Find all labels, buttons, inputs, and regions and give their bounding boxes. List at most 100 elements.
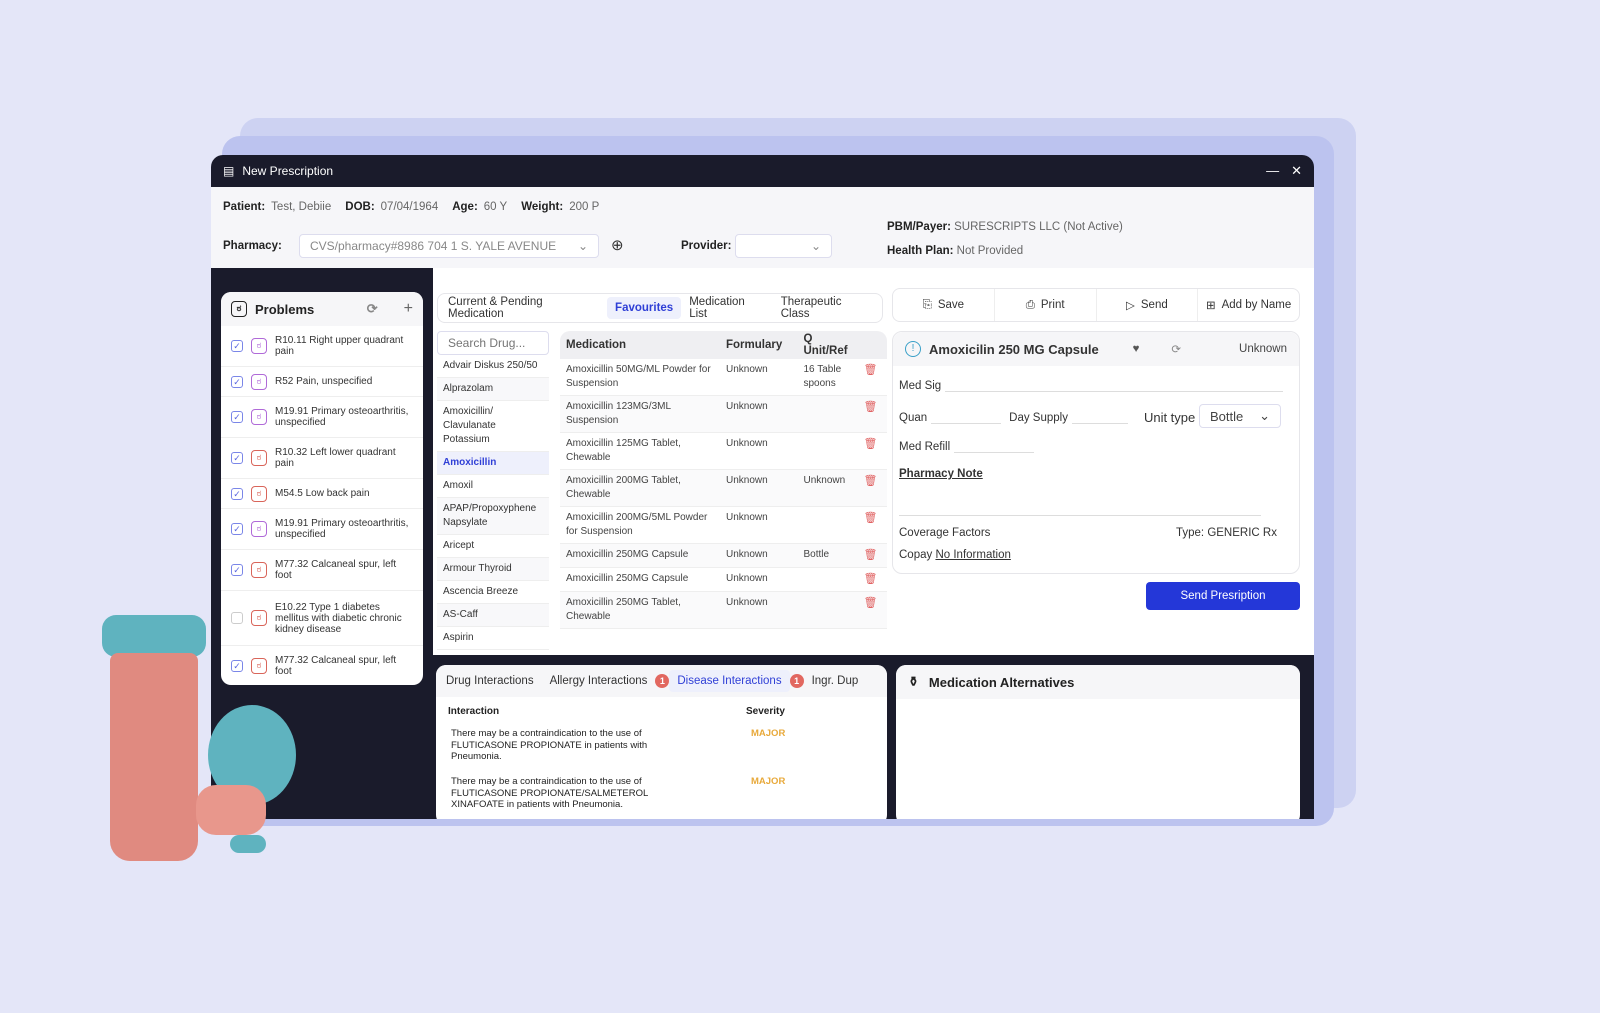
save-button[interactable]: ⎘ Save [893,289,995,321]
add-by-name-button[interactable]: ⊞ Add by Name [1198,289,1299,321]
problem-item: ✓ ಠ M77.32 Calcaneal spur, left foot [221,550,423,591]
trash-icon[interactable]: 🗑 [864,597,878,609]
drug-list-item[interactable]: Amoxicillin/ Clavulanate Potassium [437,401,549,452]
drug-list-item[interactable]: Aricept [437,535,549,558]
copay-link[interactable]: No Information [935,549,1010,561]
quantity-unit [797,567,858,592]
drug-list-panel: Advair Diskus 250/50AlprazolamAmoxicilli… [437,331,549,655]
formulary-status: Unknown [720,591,798,629]
table-row[interactable]: Amoxicillin 250MG Capsule Unknown Bottle 🗑 [560,543,887,568]
tab-interactions[interactable]: Allergy Interactions [542,670,656,692]
med-refill-input[interactable] [954,441,1035,453]
trash-icon[interactable]: 🗑 [864,512,878,524]
tab-interactions[interactable]: Ingr. Dup [804,670,867,692]
problem-checkbox[interactable]: ✓ [231,564,243,576]
column-header: Q Unit/Ref [797,331,858,359]
drug-list-item[interactable]: Advair Diskus 250/50 [437,355,549,378]
problem-text: R10.32 Left lower quadrant pain [275,447,396,469]
drug-list-item[interactable]: Alprazolam [437,378,549,401]
severity-column-header: Severity [746,706,785,717]
medication-detail: ! Amoxicilin 250 MG Capsule ♥ ⟳ Unknown … [892,331,1300,574]
plan-label: Health Plan: [887,245,954,257]
severity-value: MAJOR [751,728,786,739]
formulary-status: Unknown [720,567,798,592]
pharmacy-label: Pharmacy: [223,240,282,252]
trash-icon[interactable]: 🗑 [864,573,878,585]
problem-checkbox[interactable]: ✓ [231,452,243,464]
tab-label: Drug Interactions [446,675,534,687]
table-row[interactable]: Amoxicillin 123MG/3ML Suspension Unknown 🗑 [560,395,887,433]
quantity-unit [797,591,858,629]
alternatives-title: Medication Alternatives [928,674,1075,690]
copay-label: Copay [899,549,933,561]
refresh-icon[interactable]: ⟳ [1171,342,1181,356]
medication-table-wrap: Medication Formulary Q Unit/Ref Amoxicillin… [560,331,887,655]
weight-value: 200 P [569,201,600,213]
close-button[interactable]: ✕ [1291,163,1302,179]
medication-name: Amoxicillin 250MG Tablet, Chewable [560,591,720,629]
problem-face-icon: ಠ [251,373,267,390]
pill-bottle-illustration [100,615,300,865]
quantity-unit [797,506,858,544]
problem-checkbox[interactable]: ✓ [231,523,243,535]
formulary-status: Unknown [720,395,798,433]
pharmacy-select[interactable]: CVS/pharmacy#8986 704 1 S. YALE AVENUE ⌄ [299,234,599,258]
problem-item: ✓ ಠ R10.32 Left lower quadrant pain [221,438,423,479]
quantity-unit: 16 Table spoons [797,359,858,396]
print-button[interactable]: ⎙ Print [995,289,1097,321]
pharmacy-note-link[interactable]: Pharmacy Note [899,468,983,480]
drug-list-item[interactable]: Armour Thyroid [437,558,549,581]
tab-medication[interactable]: Current & Pending Medication [440,291,607,325]
favorite-heart-icon[interactable]: ♥ [1133,343,1140,355]
send-button[interactable]: ▷ Send [1097,289,1199,321]
drug-list-item[interactable]: APAP/Propoxyphene Napsylate [437,498,549,535]
count-badge: 1 [655,674,670,688]
drug-list-item[interactable]: Amoxil [437,475,549,498]
trash-icon[interactable]: 🗑 [864,364,878,376]
tab-medication[interactable]: Therapeutic Class [773,291,880,325]
day-supply-input[interactable] [1071,412,1128,424]
trash-icon[interactable]: 🗑 [864,438,878,450]
tab-interactions[interactable]: Drug Interactions [438,670,542,692]
drug-list-item[interactable]: Amoxicillin [437,452,549,475]
table-row[interactable]: Amoxicillin 125MG Tablet, Chewable Unknow… [560,432,887,470]
title-bar: ▤ New Prescription [211,155,1314,187]
problem-checkbox[interactable]: ✓ [231,487,243,500]
trash-icon[interactable]: 🗑 [864,475,878,487]
quan-input[interactable] [931,412,1002,424]
table-row[interactable]: Amoxicillin 200MG Tablet, Chewable Unknow… [560,469,887,507]
problem-checkbox[interactable]: ✓ [231,340,243,352]
problem-face-icon: ಠ [251,562,267,578]
drug-list-item[interactable]: Aspirin [437,627,549,650]
interactions-panel: Drug Interactions Allergy Interactions 1 Di… [436,665,887,819]
problem-checkbox[interactable]: ✓ [231,375,243,388]
trash-icon[interactable]: 🗑 [864,401,878,413]
minimize-button[interactable]: — [1266,163,1279,179]
provider-select[interactable]: ⌄ [735,234,832,258]
send-icon: ▷ [1126,300,1135,312]
drug-list-item[interactable]: AS-Caff [437,604,549,627]
table-row[interactable]: Amoxicillin 250MG Capsule Unknown 🗑 [560,567,887,592]
medication-tabs: Current & Pending Medication Favourites Me… [437,293,883,323]
table-row[interactable]: Amoxicillin 250MG Tablet, Chewable Unknow… [560,591,887,629]
medication-name: Amoxicillin 50MG/ML Powder for Suspensio… [560,359,720,396]
search-drug-input[interactable] [437,331,549,355]
add-icon[interactable]: + [404,300,413,318]
tab-interactions[interactable]: Disease Interactions [669,670,790,692]
tab-medication[interactable]: Favourites [607,297,682,319]
problem-checkbox[interactable]: ✓ [231,411,243,423]
drug-list-item[interactable]: Ascencia Breeze [437,581,549,604]
tab-medication[interactable]: Medication List [681,291,773,325]
chevron-down-icon: ⌄ [810,239,821,253]
refresh-icon[interactable]: ⟳ [367,301,378,317]
send-prescription-button[interactable]: Send Presription [1146,582,1300,610]
problem-text: M54.5 Low back pain [275,488,370,499]
chevron-down-icon: ⌄ [1259,408,1270,423]
trash-icon[interactable]: 🗑 [864,549,878,561]
add-pharmacy-icon[interactable]: ⊕ [611,236,624,254]
column-header-actions [857,331,887,359]
med-sig-input[interactable] [945,380,1283,392]
table-row[interactable]: Amoxicillin 50MG/ML Powder for Suspensio… [560,359,887,396]
unit-type-select[interactable]: Bottle ⌄ [1199,404,1281,428]
table-row[interactable]: Amoxicillin 200MG/5ML Powder for Suspens… [560,506,887,544]
